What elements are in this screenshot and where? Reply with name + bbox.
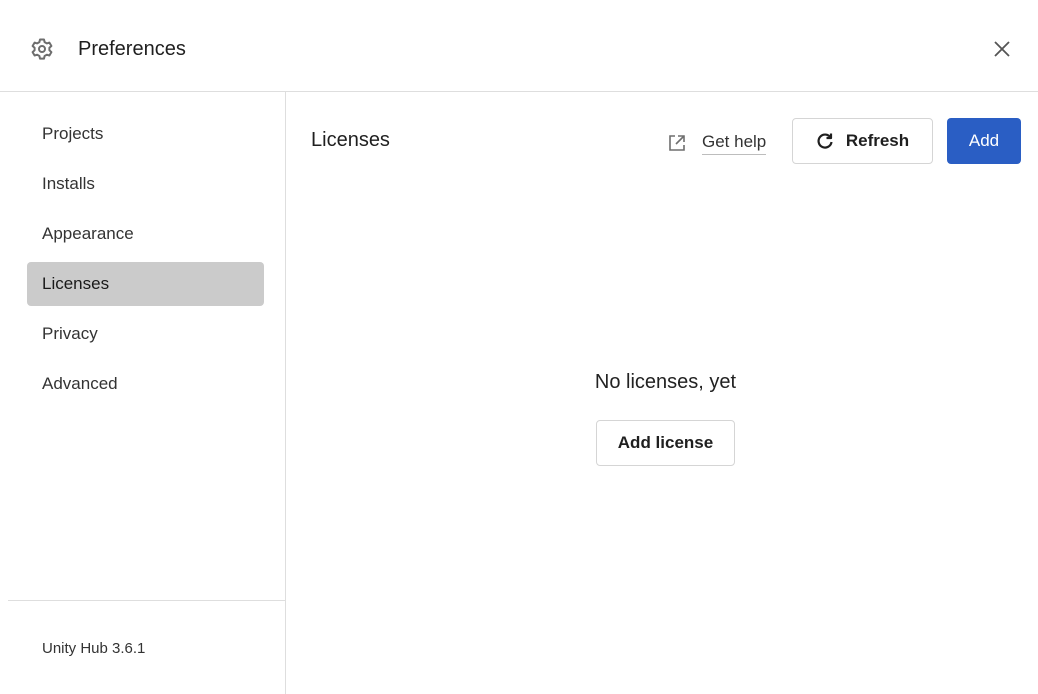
external-link-icon	[668, 134, 686, 152]
refresh-icon	[816, 132, 834, 150]
sidebar-item-advanced[interactable]: Advanced	[27, 362, 264, 406]
sidebar-item-label: Projects	[42, 124, 104, 143]
sidebar-item-label: Installs	[42, 174, 95, 193]
sidebar-item-installs[interactable]: Installs	[27, 162, 264, 206]
page-title: Licenses	[311, 129, 390, 151]
licenses-panel: Licenses Get help Refresh Add No license…	[287, 92, 1038, 694]
sidebar-item-label: Advanced	[42, 374, 118, 393]
add-button[interactable]: Add	[947, 118, 1021, 164]
refresh-label: Refresh	[845, 131, 910, 150]
get-help-link[interactable]: Get help	[668, 129, 767, 157]
sidebar-item-projects[interactable]: Projects	[27, 112, 264, 156]
sidebar-item-label: Privacy	[42, 324, 98, 343]
refresh-button[interactable]: Refresh	[792, 118, 933, 164]
empty-state-message: No licenses, yet	[594, 371, 737, 393]
gear-icon	[30, 37, 54, 61]
get-help-label: Get help	[702, 132, 767, 155]
add-license-button[interactable]: Add license	[596, 420, 735, 466]
preferences-window: Preferences Projects Installs Appearance…	[0, 0, 1038, 694]
sidebar-item-label: Appearance	[42, 224, 134, 243]
sidebar-footer-divider	[8, 600, 285, 601]
window-title: Preferences	[78, 38, 186, 60]
add-label: Add	[968, 131, 1000, 150]
sidebar-item-label: Licenses	[42, 274, 110, 293]
close-icon	[993, 40, 1011, 63]
sidebar-item-appearance[interactable]: Appearance	[27, 212, 264, 256]
close-button[interactable]	[988, 37, 1016, 65]
sidebar: Projects Installs Appearance Licenses Pr…	[0, 92, 286, 694]
sidebar-item-licenses[interactable]: Licenses	[27, 262, 264, 306]
add-license-label: Add license	[617, 433, 714, 452]
sidebar-item-privacy[interactable]: Privacy	[27, 312, 264, 356]
app-version: Unity Hub 3.6.1	[42, 640, 146, 657]
window-header: Preferences	[0, 0, 1038, 92]
